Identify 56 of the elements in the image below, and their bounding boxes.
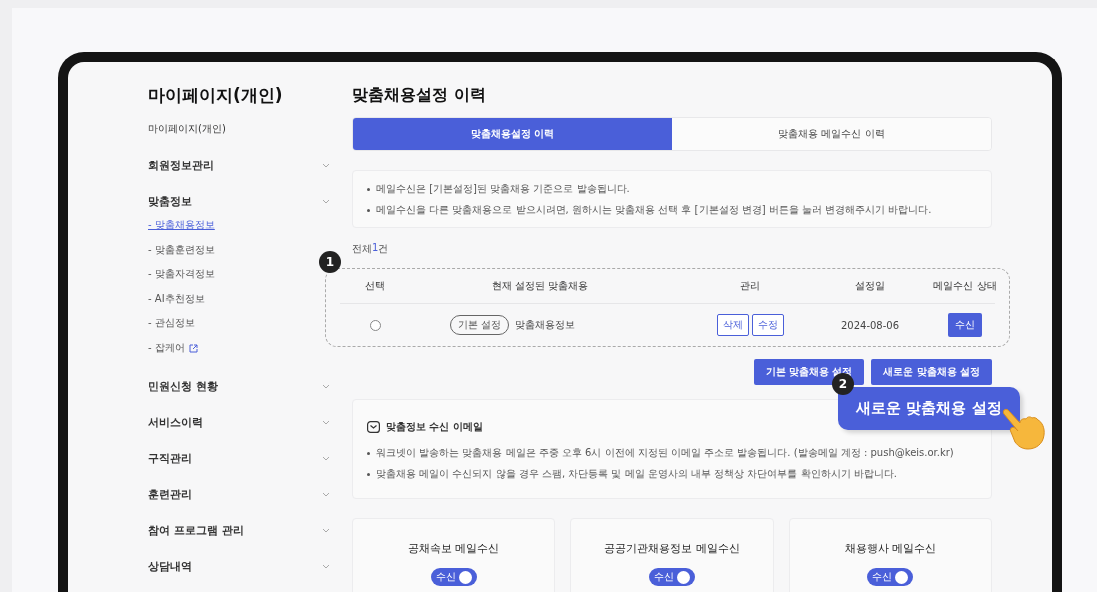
column-header: 현재 설정된 맞춤채용 (490, 279, 589, 293)
toggle-switch[interactable]: 수신 (867, 568, 914, 586)
sidebar-title: 마이페이지(개인) (148, 84, 284, 107)
sidebar-section[interactable]: 서비스이력 (148, 415, 203, 431)
status-badge: 수신 (948, 313, 982, 337)
step-marker: 1 (319, 251, 341, 273)
card-title: 공공기관채용정보 메일수신 (604, 541, 740, 556)
sidebar-item[interactable]: - 맞춤훈련정보 (148, 237, 215, 263)
count-unit: 건 (378, 242, 389, 256)
count-number: 1 (372, 242, 379, 253)
mail-icon (367, 421, 380, 433)
count-label: 전체 (352, 242, 372, 256)
notice-text: 메일수신을 다른 맞춤채용으로 받으시려면, 원하시는 맞춤채용 선택 후 [기본설정 변경] 버튼을 눌러 변경해주시기 바랍니다. (367, 199, 977, 220)
sidebar-section[interactable]: 훈련관리 (148, 487, 192, 503)
chevron-down-icon (322, 162, 330, 168)
card-title: 채용행사 메일수신 (844, 541, 937, 556)
column-header: 선택 (364, 279, 386, 293)
sidebar-section[interactable]: 맞춤정보 (148, 193, 192, 209)
notice-text: 메일수신은 [기본설정]된 맞춤채용 기준으로 발송됩니다. (367, 178, 977, 199)
column-header: 설정일 (854, 279, 886, 293)
chevron-down-icon (322, 198, 330, 204)
chevron-down-icon (322, 384, 330, 390)
toggle-switch[interactable]: 수신 (430, 568, 477, 586)
table-cell: 2024-08-06 (840, 319, 900, 331)
sidebar-section[interactable]: 참여 프로그램 관리 (148, 523, 244, 539)
page-title: 맞춤채용설정 이력 (352, 84, 487, 106)
sidebar-item[interactable]: - 잡케어 (148, 335, 198, 361)
sidebar-item[interactable]: - 맞춤채용정보 (148, 213, 215, 238)
chevron-down-icon (322, 456, 330, 462)
sidebar-item[interactable]: - 관심정보 (148, 311, 195, 336)
sidebar-section[interactable]: 구직관리 (148, 451, 192, 467)
chevron-down-icon (322, 528, 330, 534)
email-info-text: 맞춤채용 메일이 수신되지 않을 경우 스팸, 차단등록 및 메일 운영사의 내부 정책상 차단여부를 확인하시기 바랍니다. (367, 463, 977, 484)
sidebar-section[interactable]: 상담내역 (148, 559, 192, 575)
column-header: 관리 (739, 279, 761, 293)
row-action-button[interactable]: 삭제 (716, 314, 749, 336)
table-cell: 맞춤채용정보 (515, 318, 576, 332)
action-button[interactable]: 새로운 맞춤채용 설정 (871, 359, 992, 385)
chevron-down-icon (322, 420, 330, 426)
column-header: 메일수신 상태 (932, 279, 998, 293)
sidebar-item[interactable]: - AI추천정보 (148, 286, 205, 312)
row-action-button[interactable]: 수정 (751, 314, 784, 336)
callout-label: 새로운 맞춤채용 설정 (838, 387, 1020, 430)
toggle-switch[interactable]: 수신 (649, 568, 695, 586)
email-info-text: 워크넷이 발송하는 맞춤채용 메일은 주중 오후 6시 이전에 지정된 이메일 주소로 발송됩니다. (발송메일 계정 : push@keis.or.kr) (367, 442, 977, 463)
external-link-icon (188, 343, 198, 353)
sidebar-link[interactable]: 마이페이지(개인) (148, 122, 226, 136)
tab[interactable]: 맞춤채용설정 이력 (353, 118, 672, 150)
radio-button[interactable] (369, 319, 381, 331)
chevron-down-icon (322, 492, 330, 498)
sidebar-section[interactable]: 회원정보관리 (148, 157, 214, 173)
sidebar-section[interactable]: 민원신청 현황 (148, 379, 218, 395)
sidebar-item[interactable]: - 맞춤자격정보 (148, 262, 215, 287)
card-title: 공채속보 메일수신 (407, 541, 500, 556)
chevron-down-icon (322, 564, 330, 570)
email-info-title: 맞춤정보 수신 이메일 (386, 420, 483, 434)
